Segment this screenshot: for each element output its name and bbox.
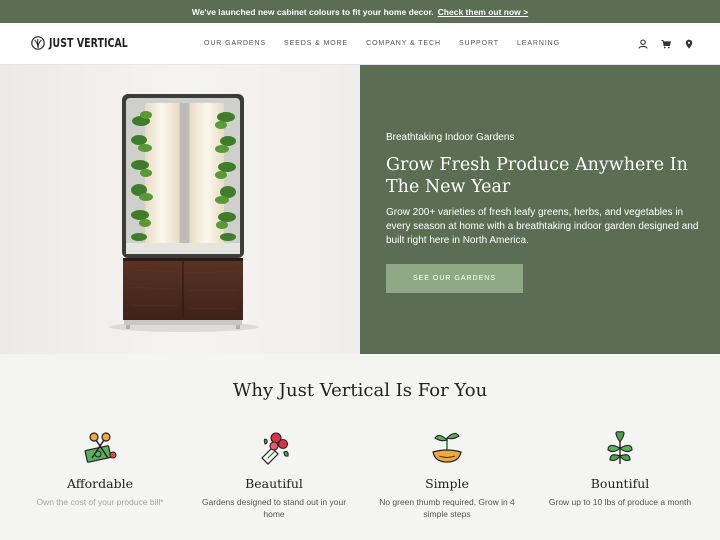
vertical-garden-illustration bbox=[0, 65, 360, 354]
feature-simple: Simple No green thumb required. Grow in … bbox=[367, 428, 527, 520]
feature-title: Simple bbox=[425, 476, 469, 491]
logo-leaf-icon bbox=[31, 36, 45, 50]
logo-text: JUST VERTICAL bbox=[49, 36, 128, 50]
leafy-plant-icon bbox=[607, 431, 633, 464]
main-nav: JUST VERTICAL OUR GARDENS SEEDS & MORE C… bbox=[0, 23, 720, 65]
feature-description: Gardens designed to stand out in your ho… bbox=[201, 497, 347, 519]
logo[interactable]: JUST VERTICAL bbox=[31, 36, 150, 50]
feature-description: Own the cost of your produce bill* bbox=[36, 497, 164, 507]
feature-title: Affordable bbox=[66, 476, 134, 491]
section-title: Why Just Vertical Is For You bbox=[232, 380, 488, 401]
hero-garden-image bbox=[0, 65, 360, 354]
feature-affordable: Affordable Own the cost of your produce … bbox=[20, 428, 180, 508]
feature-title: Beautiful bbox=[245, 476, 303, 491]
scissors-money-icon bbox=[84, 432, 117, 463]
hero-headline: Grow Fresh Produce Anywhere In The New Y… bbox=[386, 155, 688, 197]
nav-item-company-tech[interactable]: COMPANY & TECH bbox=[366, 40, 441, 47]
nav-item-our-gardens[interactable]: OUR GARDENS bbox=[204, 40, 266, 47]
nav-item-seeds-more[interactable]: SEEDS & MORE bbox=[284, 40, 348, 47]
feature-description: No green thumb required. Grow in 4 simpl… bbox=[379, 497, 515, 519]
hero-description: Grow 200+ varieties of fresh leafy green… bbox=[386, 207, 699, 247]
feature-description: Grow up to 10 lbs of produce a month bbox=[548, 497, 692, 507]
location-pin-icon[interactable] bbox=[684, 39, 694, 49]
cart-icon[interactable] bbox=[661, 39, 671, 49]
flower-bouquet-icon bbox=[261, 432, 289, 465]
announcement-link[interactable]: Check them out now > bbox=[438, 7, 528, 17]
feature-title: Bountiful bbox=[590, 476, 650, 491]
hero-panel: Breathtaking Indoor Gardens Grow Fresh P… bbox=[360, 65, 720, 354]
hero-eyebrow: Breathtaking Indoor Gardens bbox=[386, 132, 515, 143]
feature-beautiful: Beautiful Gardens designed to stand out … bbox=[194, 428, 354, 520]
nav-item-support[interactable]: SUPPORT bbox=[459, 40, 499, 47]
announcement-text: We've launched new cabinet colours to fi… bbox=[191, 6, 434, 17]
user-icon[interactable] bbox=[638, 39, 648, 49]
nav-icons bbox=[638, 39, 694, 49]
see-our-gardens-button[interactable]: SEE OUR GARDENS bbox=[386, 264, 523, 293]
seedling-hands-icon bbox=[432, 432, 462, 463]
feature-bountiful: Bountiful Grow up to 10 lbs of produce a… bbox=[540, 428, 700, 508]
nav-item-learning[interactable]: LEARNING bbox=[517, 40, 560, 47]
announcement-bar: We've launched new cabinet colours to fi… bbox=[0, 0, 720, 23]
nav-menu: OUR GARDENS SEEDS & MORE COMPANY & TECH … bbox=[204, 40, 560, 47]
